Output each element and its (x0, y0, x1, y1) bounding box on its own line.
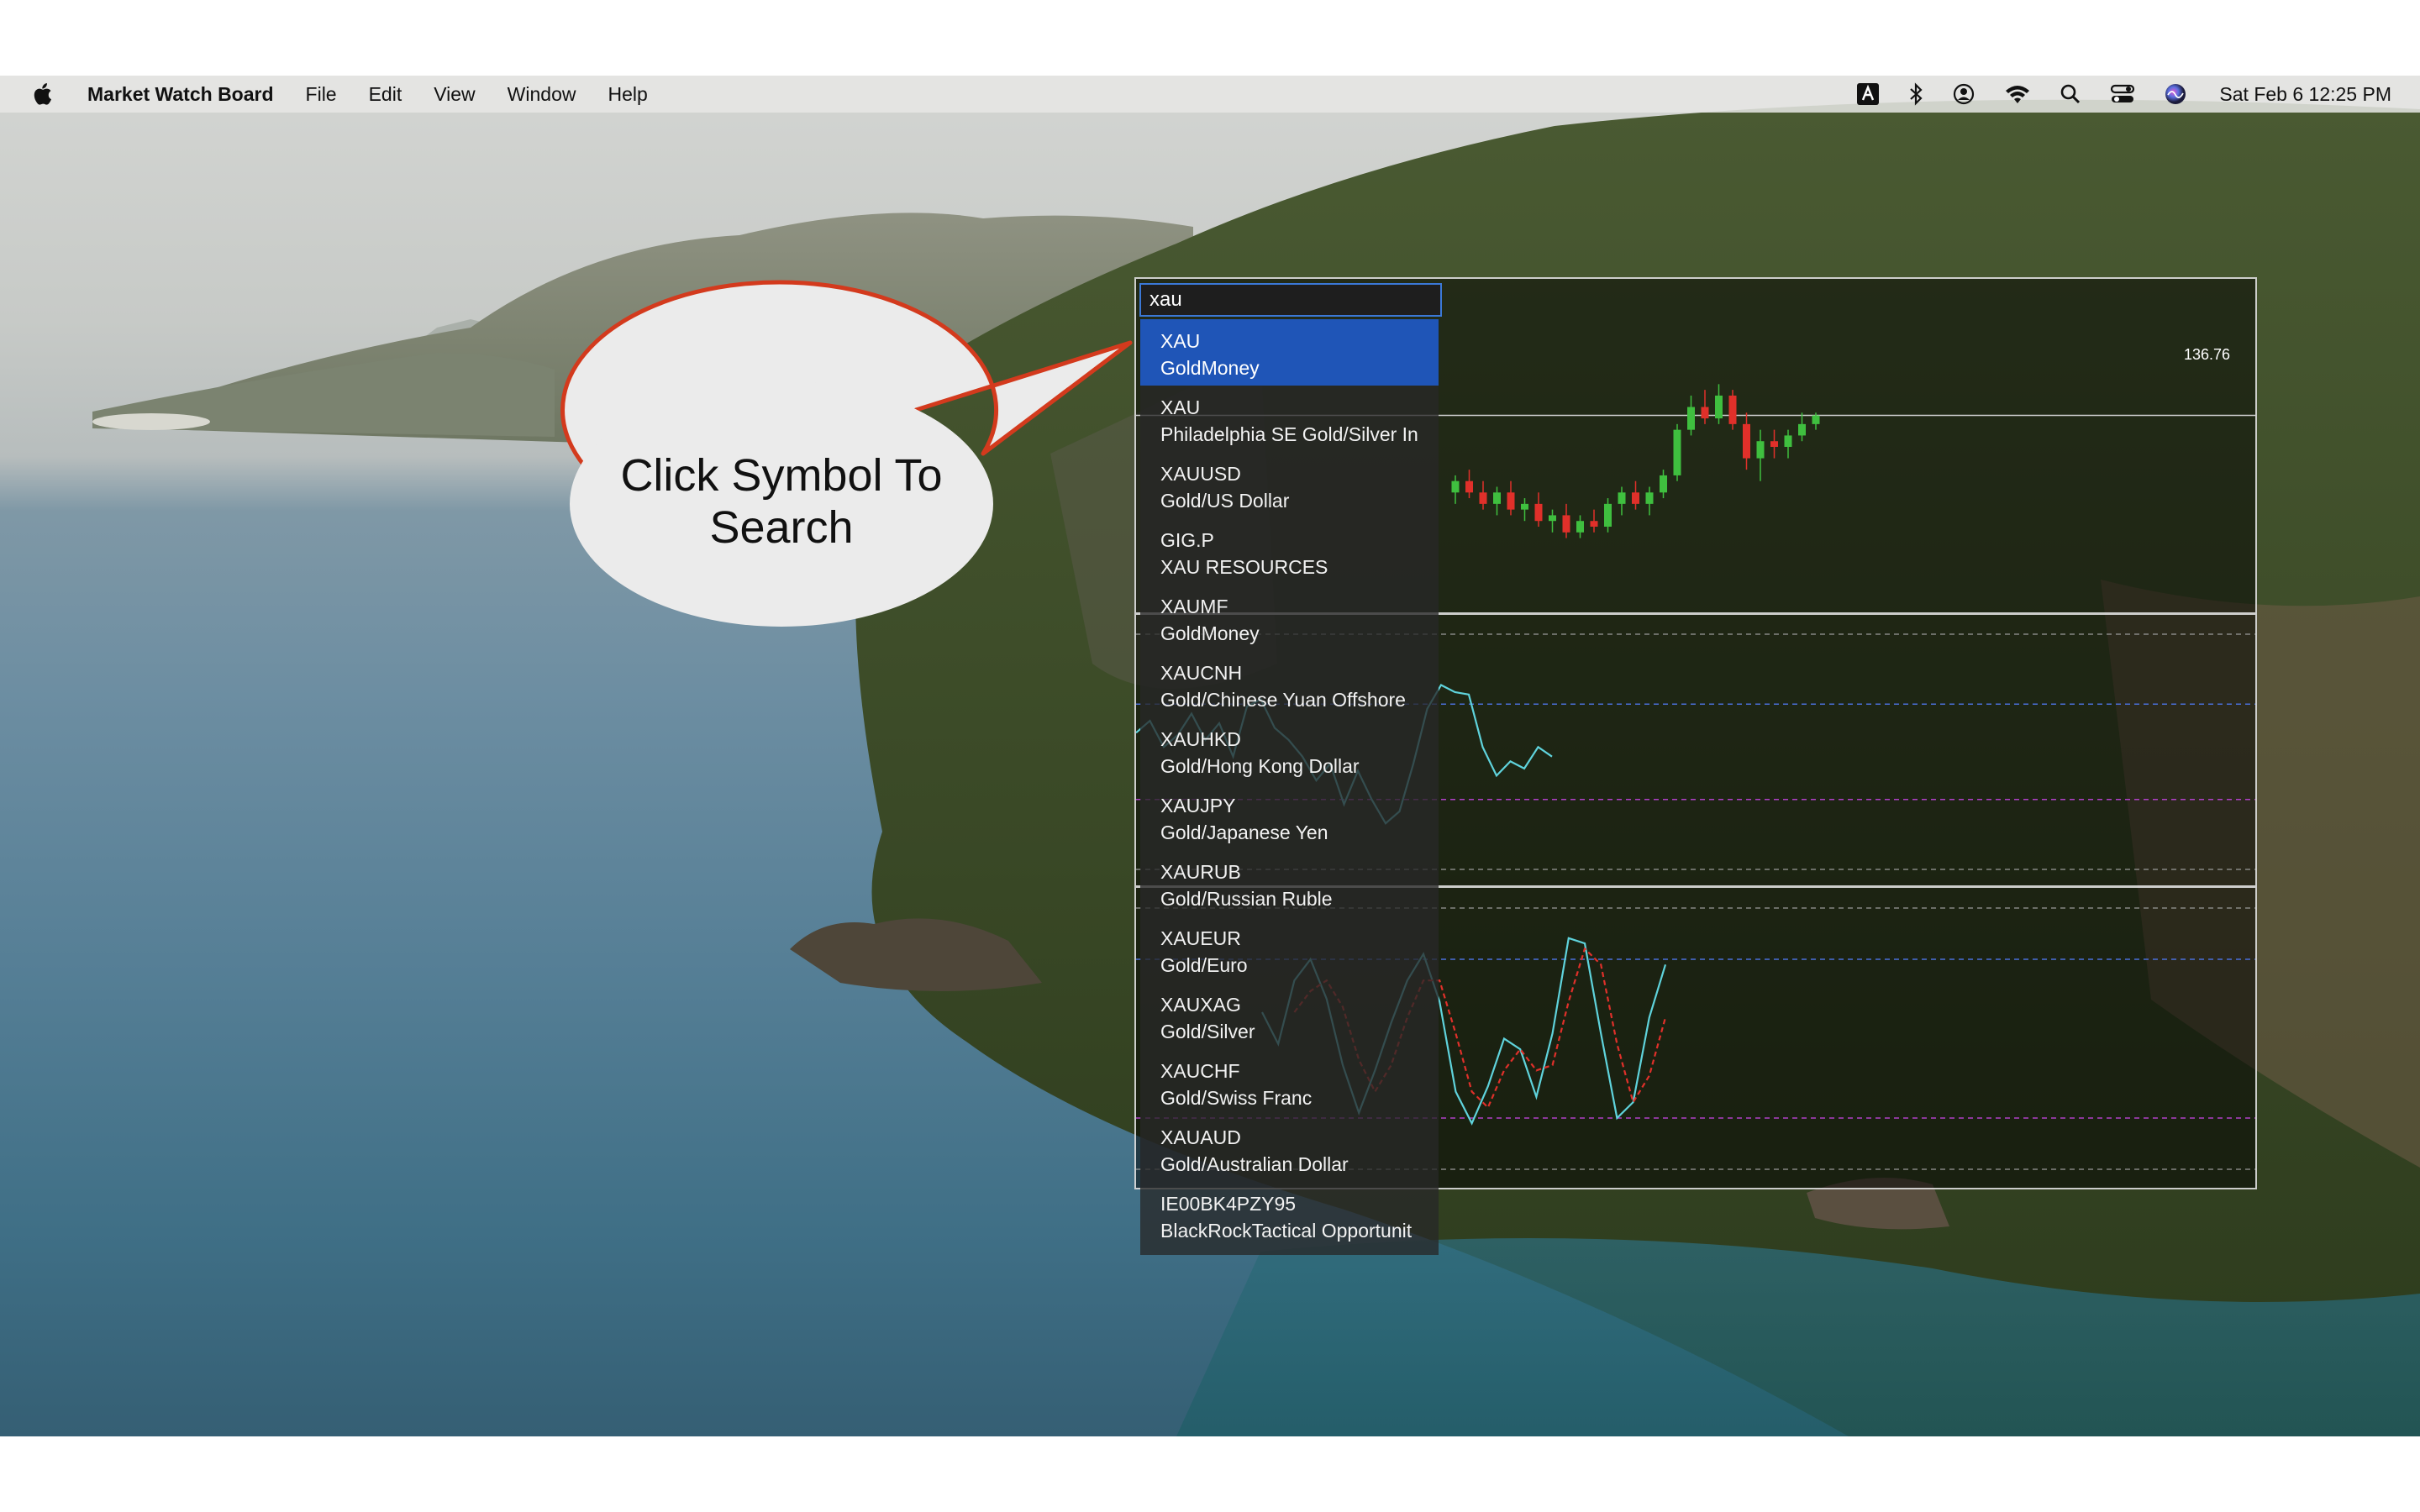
candle-body (1756, 441, 1765, 459)
candle-body (1465, 480, 1473, 493)
result-symbol: XAUHKD (1160, 728, 1241, 750)
candle-body (1812, 415, 1820, 424)
status-area: Sat Feb 6 12:25 PM (1856, 76, 2391, 113)
file-menu[interactable]: File (306, 83, 337, 106)
result-symbol: XAU (1160, 330, 1201, 352)
search-results-list: XAU GoldMoney XAU Philadelphia SE Gold/Silv… (1140, 319, 1439, 1255)
candle-body (1743, 423, 1750, 459)
result-name: Gold/Euro (1160, 954, 1248, 976)
candle-body (1479, 492, 1487, 504)
candle-body (1673, 429, 1681, 475)
callout-text: Click Symbol To Search (588, 449, 975, 554)
candle-body (1728, 395, 1737, 424)
search-result-item[interactable]: XAUCNH Gold/Chinese Yuan Offshore (1140, 651, 1439, 717)
result-name: Gold/Silver (1160, 1021, 1255, 1042)
result-symbol: GIG.P (1160, 529, 1214, 551)
result-name: Gold/Chinese Yuan Offshore (1160, 689, 1406, 711)
result-symbol: XAUAUD (1160, 1126, 1241, 1148)
view-menu[interactable]: View (434, 83, 475, 106)
candle-body (1521, 503, 1528, 510)
keyboard-input-icon[interactable] (1856, 82, 1880, 106)
control-center-icon[interactable] (2110, 82, 2135, 106)
window-menu[interactable]: Window (508, 83, 576, 106)
result-name: Gold/Japanese Yen (1160, 822, 1328, 843)
candle-body (1770, 441, 1778, 447)
result-name: Gold/Russian Ruble (1160, 888, 1333, 910)
candle-body (1784, 435, 1792, 447)
candle-body (1715, 395, 1723, 419)
candle-body (1798, 423, 1806, 436)
search-result-item[interactable]: XAUMF GoldMoney (1140, 585, 1439, 651)
result-symbol: XAU (1160, 396, 1201, 418)
search-result-item[interactable]: XAUJPY Gold/Japanese Yen (1140, 784, 1439, 850)
candle-body (1645, 492, 1654, 504)
search-result-item[interactable]: XAUUSD Gold/US Dollar (1140, 452, 1439, 518)
bluetooth-icon[interactable] (1908, 82, 1923, 106)
wifi-icon[interactable] (2004, 82, 2031, 106)
result-symbol: XAUUSD (1160, 463, 1241, 485)
candle-body (1660, 475, 1667, 493)
result-name: Philadelphia SE Gold/Silver In (1160, 423, 1418, 445)
menu-bar-clock[interactable]: Sat Feb 6 12:25 PM (2219, 83, 2391, 106)
result-symbol: XAURUB (1160, 861, 1241, 883)
result-symbol: XAUMF (1160, 596, 1228, 617)
candle-body (1534, 503, 1543, 522)
search-result-item[interactable]: GIG.P XAU RESOURCES (1140, 518, 1439, 585)
search-result-item[interactable]: XAURUB Gold/Russian Ruble (1140, 850, 1439, 916)
search-result-item[interactable]: XAUHKD Gold/Hong Kong Dollar (1140, 717, 1439, 784)
spotlight-search-icon[interactable] (2060, 82, 2081, 106)
search-result-item[interactable]: XAUAUD Gold/Australian Dollar (1140, 1116, 1439, 1182)
callout-line-2: Search (709, 502, 854, 553)
candle-body (1507, 492, 1515, 510)
search-result-item[interactable]: XAU Philadelphia SE Gold/Silver In (1140, 386, 1439, 452)
result-name: Gold/Australian Dollar (1160, 1153, 1349, 1175)
result-name: Gold/Hong Kong Dollar (1160, 755, 1360, 777)
search-result-item[interactable]: XAU GoldMoney (1140, 319, 1439, 386)
result-symbol: XAUEUR (1160, 927, 1241, 949)
help-menu[interactable]: Help (608, 83, 647, 106)
menu-bar: Market Watch Board File Edit View Window… (0, 76, 2420, 113)
result-symbol: XAUCNH (1160, 662, 1243, 684)
result-symbol: XAUCHF (1160, 1060, 1240, 1082)
result-symbol: XAUXAG (1160, 994, 1241, 1016)
result-name: BlackRockTactical Opportunit (1160, 1220, 1413, 1242)
candle-body (1549, 515, 1556, 522)
last-price-label: 136.76 (2183, 346, 2230, 363)
candle-body (1451, 480, 1460, 493)
symbol-search-input[interactable] (1139, 283, 1442, 317)
result-symbol: XAUJPY (1160, 795, 1236, 816)
candle-body (1632, 492, 1639, 504)
candle-body (1701, 407, 1709, 419)
candle-body (1604, 503, 1612, 527)
edit-menu[interactable]: Edit (369, 83, 402, 106)
app-name-menu[interactable]: Market Watch Board (87, 83, 274, 106)
candle-body (1590, 521, 1598, 527)
result-symbol: IE00BK4PZY95 (1160, 1193, 1297, 1215)
candle-body (1618, 492, 1626, 504)
search-result-item[interactable]: IE00BK4PZY95 BlackRockTactical Opportunit (1140, 1182, 1439, 1248)
result-name: GoldMoney (1160, 622, 1260, 644)
search-result-item[interactable]: XAUCHF Gold/Swiss Franc (1140, 1049, 1439, 1116)
siri-icon[interactable] (2164, 82, 2187, 106)
apple-logo-icon[interactable] (32, 82, 54, 106)
search-result-item[interactable]: XAUEUR Gold/Euro (1140, 916, 1439, 983)
callout-line-1: Click Symbol To (620, 450, 943, 501)
candle-body (1562, 515, 1570, 533)
candle-body (1576, 521, 1584, 533)
candle-body (1493, 492, 1501, 504)
candle-body (1687, 407, 1695, 430)
result-name: GoldMoney (1160, 357, 1260, 379)
search-result-item[interactable]: XAUXAG Gold/Silver (1140, 983, 1439, 1049)
user-account-icon[interactable] (1952, 82, 1975, 106)
result-name: XAU RESOURCES (1160, 556, 1328, 578)
result-name: Gold/US Dollar (1160, 490, 1290, 512)
result-name: Gold/Swiss Franc (1160, 1087, 1313, 1109)
